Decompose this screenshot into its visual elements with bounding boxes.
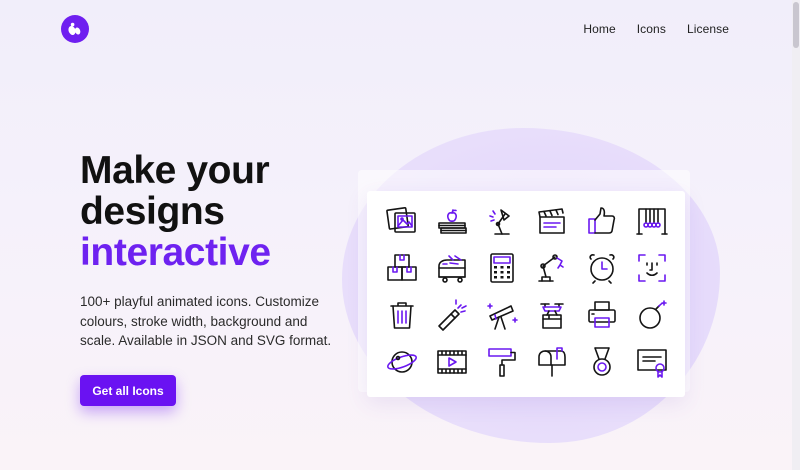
face-id-icon[interactable]	[634, 250, 670, 286]
nav-link-icons[interactable]: Icons	[637, 22, 666, 36]
thumbs-up-icon[interactable]	[584, 203, 620, 239]
newtons-cradle-icon[interactable]	[634, 203, 670, 239]
robotic-arm-icon[interactable]	[534, 250, 570, 286]
photo-gallery-icon[interactable]	[384, 203, 420, 239]
tram-icon[interactable]	[434, 250, 470, 286]
books-apple-icon[interactable]	[434, 203, 470, 239]
page-scrollbar[interactable]	[792, 0, 800, 470]
hero-title: Make your designs interactive	[80, 150, 271, 273]
alarm-clock-icon[interactable]	[584, 250, 620, 286]
clapperboard-icon[interactable]	[534, 203, 570, 239]
scrollbar-thumb[interactable]	[793, 2, 799, 48]
telescope-icon[interactable]	[484, 297, 520, 333]
drone-delivery-icon[interactable]	[534, 297, 570, 333]
trash-bin-icon[interactable]	[384, 297, 420, 333]
paint-roller-icon[interactable]	[484, 344, 520, 380]
nav-link-license[interactable]: License	[687, 22, 729, 36]
icon-grid	[384, 203, 670, 380]
hero-description: 100+ playful animated icons. Customize c…	[80, 294, 332, 348]
hero-title-accent: interactive	[80, 231, 271, 274]
mailbox-icon[interactable]	[534, 344, 570, 380]
hero-title-line-2: designs	[80, 190, 225, 233]
paw-logo-icon	[68, 22, 81, 35]
calculator-icon[interactable]	[484, 250, 520, 286]
flashlight-icon[interactable]	[434, 297, 470, 333]
nav-link-home[interactable]: Home	[583, 22, 615, 36]
planet-icon[interactable]	[384, 344, 420, 380]
printer-icon[interactable]	[584, 297, 620, 333]
top-nav: Home Icons License	[583, 22, 729, 36]
icon-showcase-card	[367, 191, 685, 397]
brand-logo[interactable]	[61, 15, 89, 43]
video-player-icon[interactable]	[434, 344, 470, 380]
bomb-icon[interactable]	[634, 297, 670, 333]
medal-icon[interactable]	[584, 344, 620, 380]
get-all-icons-button[interactable]: Get all Icons	[80, 375, 176, 406]
desk-lamp-icon[interactable]	[484, 203, 520, 239]
hero-title-line-1: Make your	[80, 149, 270, 192]
boxes-icon[interactable]	[384, 250, 420, 286]
certificate-icon[interactable]	[634, 344, 670, 380]
